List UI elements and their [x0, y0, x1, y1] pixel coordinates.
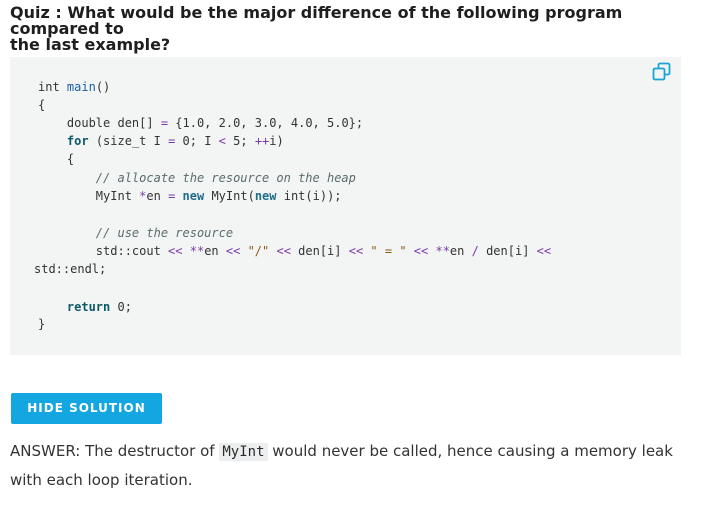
- code-token: /: [471, 244, 479, 258]
- code-token: 0; I: [175, 134, 219, 148]
- code-token: en: [449, 244, 472, 258]
- code-line: for (size_t I = 0; I < 5; ++i): [38, 133, 284, 149]
- code-token: double den[]: [38, 116, 161, 130]
- code-token: <<: [225, 244, 241, 258]
- code-line: // use the resource: [38, 225, 233, 241]
- code-line: int main(): [38, 79, 110, 95]
- code-token: en: [204, 244, 226, 258]
- code-line: std::endl;: [34, 261, 106, 277]
- code-token: (): [95, 80, 111, 94]
- code-token: (size_t I: [88, 134, 169, 148]
- code-token: // use the resource: [95, 226, 234, 240]
- code-line: }: [38, 316, 45, 332]
- copy-icon: [652, 62, 671, 81]
- code-token: " = ": [370, 244, 407, 258]
- code-token: <<: [168, 244, 183, 258]
- code-token: <<: [276, 244, 291, 258]
- quiz-title: Quiz : What would be the major differenc…: [10, 3, 623, 54]
- code-token: MyInt: [38, 189, 140, 203]
- code-line: std::cout << **en << "/" << den[i] << " …: [38, 243, 551, 259]
- code-token: <: [218, 134, 226, 148]
- code-token: int: [38, 80, 67, 94]
- code-token: en: [146, 189, 169, 203]
- answer-prefix: ANSWER: The destructor of: [10, 442, 220, 460]
- code-line: double den[] = {1.0, 2.0, 3.0, 4.0, 5.0}…: [38, 115, 363, 131]
- code-token: "/": [247, 244, 270, 258]
- code-line: MyInt *en = new MyInt(new int(i));: [38, 188, 342, 204]
- code-token: <<: [348, 244, 364, 258]
- code-line: // allocate the resource on the heap: [38, 170, 356, 186]
- code-token: =: [160, 116, 169, 130]
- code-token: **: [189, 244, 205, 258]
- code-token: new: [182, 189, 205, 203]
- code-token: main: [66, 80, 96, 94]
- code-token: den[i]: [478, 244, 537, 258]
- code-token: 0;: [110, 300, 132, 314]
- copy-code-button[interactable]: [652, 62, 672, 82]
- code-token: for: [66, 134, 89, 148]
- code-token: {: [38, 152, 75, 166]
- code-token: MyInt(: [204, 189, 255, 203]
- code-token: **: [435, 244, 450, 258]
- code-line: {: [38, 151, 74, 167]
- code-block: int main() { double den[] = {1.0, 2.0, 3.…: [10, 57, 681, 355]
- code-token: <<: [536, 244, 552, 258]
- code-token: ++: [254, 134, 270, 148]
- code-token: }: [38, 317, 46, 331]
- code-token: den[i]: [290, 244, 349, 258]
- code-token: <<: [413, 244, 429, 258]
- code-token: {: [38, 98, 46, 112]
- code-line: return 0;: [38, 299, 132, 315]
- code-token: int(i));: [276, 189, 342, 203]
- code-token: i): [269, 134, 284, 148]
- code-line: {: [38, 97, 45, 113]
- code-token: // allocate the resource on the heap: [95, 171, 356, 185]
- code-token: return: [66, 300, 111, 314]
- code-token: 5;: [225, 134, 255, 148]
- answer-inline-code: MyInt: [219, 443, 268, 461]
- answer-text: ANSWER: The destructor of MyInt would ne…: [10, 437, 690, 494]
- code-token: new: [254, 189, 277, 203]
- hide-solution-button[interactable]: HIDE SOLUTION: [11, 393, 162, 424]
- code-token: {1.0, 2.0, 3.0, 4.0, 5.0};: [168, 116, 364, 130]
- code-token: std::cout: [38, 244, 169, 258]
- code-token: std::endl;: [34, 262, 107, 276]
